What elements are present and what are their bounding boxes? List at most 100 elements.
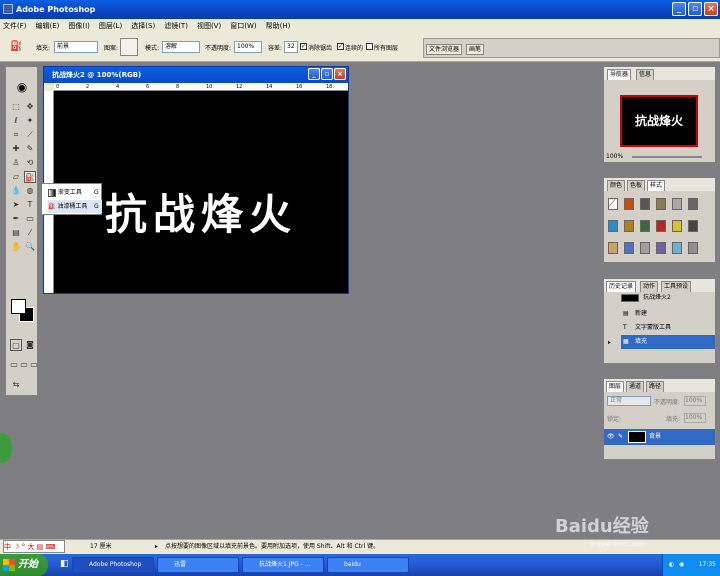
dodge-tool-icon[interactable]: ◍ xyxy=(24,185,36,197)
navigator-zoom[interactable]: 100% xyxy=(606,153,623,160)
jump-to-imageready-icon[interactable]: ⇆ xyxy=(10,379,22,391)
style-swatch[interactable] xyxy=(688,242,698,254)
history-row[interactable]: T 文字蒙版工具 xyxy=(621,321,715,335)
all-layers-checkbox[interactable] xyxy=(366,43,373,50)
flyout-item-gradient[interactable]: 渐变工具 G xyxy=(48,186,102,199)
ime-toolbar[interactable]: 中 ☽ ° 大 ▤ ⌨ xyxy=(3,540,65,553)
menu-help[interactable]: 帮助(H) xyxy=(263,19,297,34)
tab-swatches[interactable]: 色板 xyxy=(627,180,646,191)
opacity-input[interactable]: 100% xyxy=(234,41,262,53)
history-brush-icon[interactable]: ⟲ xyxy=(24,157,36,169)
tab-brushes[interactable]: 画笔 xyxy=(466,44,485,55)
blur-tool-icon[interactable]: 💧 xyxy=(10,185,22,197)
type-tool-icon[interactable]: T xyxy=(24,199,36,211)
doc-close-button[interactable]: × xyxy=(334,68,346,80)
style-swatch[interactable] xyxy=(624,220,634,232)
tolerance-input[interactable]: 32 xyxy=(284,41,298,53)
start-button[interactable]: 开始 xyxy=(0,554,48,576)
history-snapshot[interactable]: 抗战烽火2 xyxy=(621,291,715,305)
style-swatch[interactable] xyxy=(640,242,650,254)
style-swatch[interactable] xyxy=(688,198,698,210)
side-widget[interactable] xyxy=(0,433,12,463)
healing-brush-icon[interactable]: ✚ xyxy=(10,143,22,155)
menu-window[interactable]: 窗口(W) xyxy=(227,19,262,34)
magic-wand-icon[interactable]: ✦ xyxy=(24,115,36,127)
screen-mode-3-icon[interactable]: ▭ xyxy=(28,359,40,371)
standard-mode-icon[interactable]: ▢ xyxy=(10,339,22,351)
tray-icon[interactable]: ◉ xyxy=(679,554,684,576)
move-tool-icon[interactable]: ✥ xyxy=(24,101,36,113)
history-row-selected[interactable]: ▦ 填充 xyxy=(621,335,715,349)
style-swatch[interactable] xyxy=(640,220,650,232)
layer-fill-input[interactable]: 100% xyxy=(684,413,706,423)
tab-styles[interactable]: 样式 xyxy=(647,180,666,191)
history-row[interactable]: ▤ 新建 xyxy=(621,307,715,321)
tab-info[interactable]: 信息 xyxy=(636,69,655,80)
style-swatch[interactable]: ⟋ xyxy=(608,198,618,210)
paint-bucket-tool-icon[interactable]: ⛽ xyxy=(24,171,36,183)
lasso-tool-icon[interactable]: ℓ xyxy=(10,115,22,127)
notes-tool-icon[interactable]: ▤ xyxy=(10,227,22,239)
doc-maximize-button[interactable]: ▫ xyxy=(321,68,333,80)
style-swatch[interactable] xyxy=(640,198,650,210)
style-swatch[interactable] xyxy=(672,242,682,254)
pattern-picker[interactable] xyxy=(120,38,138,56)
crop-tool-icon[interactable]: ⌗ xyxy=(10,129,22,141)
hand-tool-icon[interactable]: ✋ xyxy=(10,241,22,253)
menu-edit[interactable]: 编辑(E) xyxy=(33,19,66,34)
doc-minimize-button[interactable]: _ xyxy=(308,68,320,80)
style-swatch[interactable] xyxy=(672,220,682,232)
shape-tool-icon[interactable]: ▭ xyxy=(24,213,36,225)
tab-file-browser[interactable]: 文件浏览器 xyxy=(426,44,463,55)
tray-icon[interactable]: ◐ xyxy=(669,554,674,576)
eyedropper-icon[interactable]: ⁄ xyxy=(24,227,36,239)
blend-mode-select[interactable]: 正常 xyxy=(607,396,651,406)
close-button[interactable]: × xyxy=(704,2,718,16)
zoom-tool-icon[interactable]: 🔍 xyxy=(24,241,36,253)
navigator-thumbnail[interactable]: 抗战烽火 xyxy=(620,95,698,147)
style-swatch[interactable] xyxy=(624,242,634,254)
style-swatch[interactable] xyxy=(672,198,682,210)
menu-file[interactable]: 文件(F) xyxy=(0,19,33,34)
quick-launch-icon[interactable]: ◧ xyxy=(60,559,69,569)
fill-select[interactable]: 前景 xyxy=(54,41,98,53)
tab-channels[interactable]: 通道 xyxy=(626,381,645,392)
photoshop-eye-icon[interactable]: ◉ xyxy=(10,80,34,96)
menu-layer[interactable]: 图层(L) xyxy=(96,19,128,34)
menu-view[interactable]: 视图(V) xyxy=(194,19,227,34)
status-arrow-icon[interactable]: ▸ xyxy=(155,540,158,554)
minimize-button[interactable]: _ xyxy=(672,2,686,16)
paint-bucket-icon[interactable]: ⛽ xyxy=(10,41,22,52)
style-swatch[interactable] xyxy=(688,220,698,232)
foreground-color[interactable] xyxy=(11,299,26,314)
layer-row-background[interactable]: 👁 ✎ 背景 xyxy=(604,429,715,445)
pen-tool-icon[interactable]: ✒ xyxy=(10,213,22,225)
quickmask-mode-icon[interactable]: ◙ xyxy=(24,339,36,351)
style-swatch[interactable] xyxy=(608,242,618,254)
tab-color[interactable]: 颜色 xyxy=(607,180,626,191)
style-swatch[interactable] xyxy=(656,198,666,210)
taskbar-item-baidu[interactable]: baidu xyxy=(327,557,409,573)
tab-paths[interactable]: 路径 xyxy=(646,381,665,392)
maximize-button[interactable]: ▫ xyxy=(688,2,702,16)
tab-navigator[interactable]: 导航器 xyxy=(607,69,632,80)
stamp-tool-icon[interactable]: ♙ xyxy=(10,157,22,169)
brush-tool-icon[interactable]: ✎ xyxy=(24,143,36,155)
eraser-tool-icon[interactable]: ▱ xyxy=(10,171,22,183)
taskbar-item-thunder[interactable]: 迅雷 xyxy=(157,557,239,573)
mode-select[interactable]: 溶解 xyxy=(162,41,200,53)
menu-filter[interactable]: 滤镜(T) xyxy=(161,19,194,34)
taskbar-item-image-viewer[interactable]: 抗战烽火1.JPG - ... xyxy=(242,557,324,573)
menu-image[interactable]: 图像(I) xyxy=(65,19,96,34)
navigator-zoom-slider[interactable] xyxy=(632,156,702,158)
style-swatch[interactable] xyxy=(656,242,666,254)
marquee-tool-icon[interactable]: ⬚ xyxy=(10,101,22,113)
path-select-icon[interactable]: ➤ xyxy=(10,199,22,211)
tab-layers[interactable]: 图层 xyxy=(606,381,625,392)
style-swatch[interactable] xyxy=(656,220,666,232)
taskbar-item-photoshop[interactable]: Adobe Photoshop xyxy=(72,557,154,573)
flyout-item-paint-bucket[interactable]: ⛽ 油漆桶工具 G xyxy=(48,200,102,213)
slice-tool-icon[interactable]: ⟋ xyxy=(24,129,36,141)
antialias-checkbox[interactable]: ✓ xyxy=(300,43,307,50)
contiguous-checkbox[interactable]: ✓ xyxy=(337,43,344,50)
